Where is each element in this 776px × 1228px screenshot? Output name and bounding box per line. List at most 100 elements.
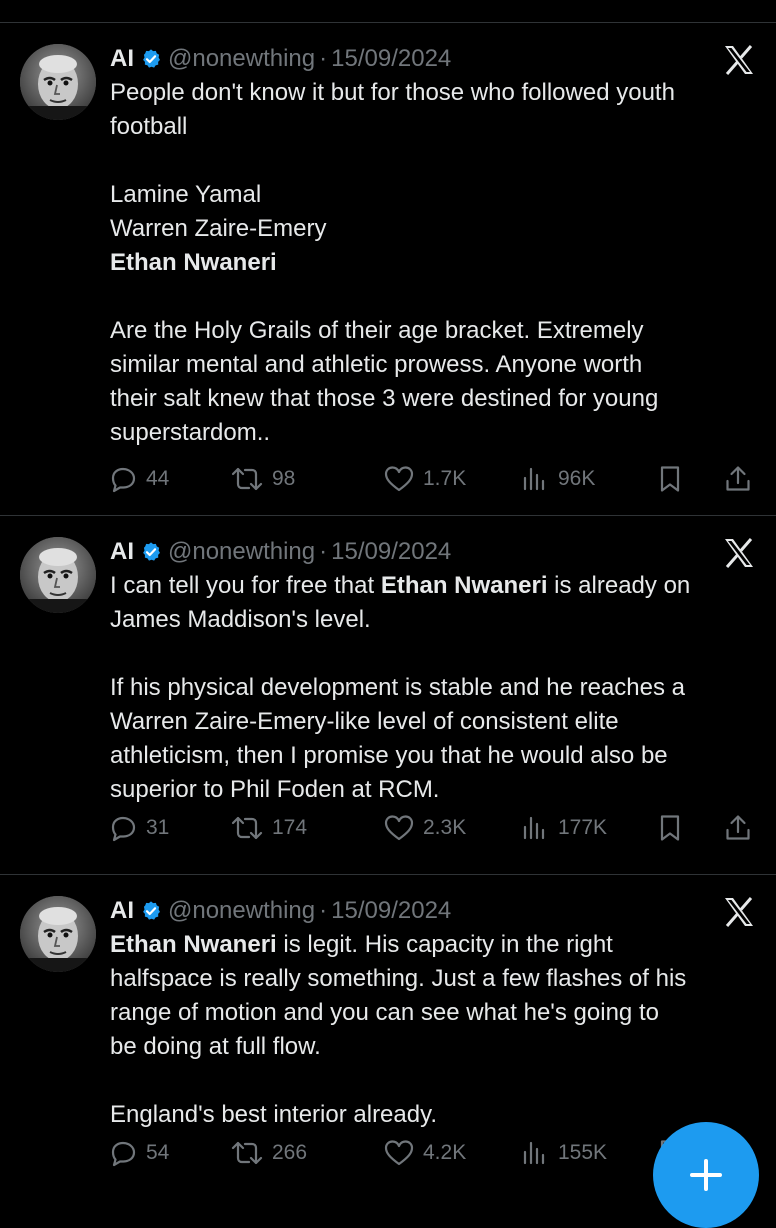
tweet-actions: 44 98 1.7K 96K xyxy=(108,462,758,496)
tweet-text-line: halfspace is really something. Just a fe… xyxy=(110,962,760,996)
views-button[interactable]: 96K xyxy=(520,462,595,496)
tweet-header: AI @nonewthing · 15/09/2024 xyxy=(110,42,451,76)
text-segment: Warren Zaire-Emery-like level of consist… xyxy=(110,708,619,735)
bookmark-icon xyxy=(660,815,680,841)
repost-button[interactable]: 174 xyxy=(230,811,307,845)
replies-count: 44 xyxy=(146,467,170,490)
text-segment: Lamine Yamal xyxy=(110,181,262,208)
share-button[interactable] xyxy=(723,811,761,845)
x-logo-icon[interactable] xyxy=(722,44,756,76)
text-segment: People don't know it but for those who f… xyxy=(110,79,675,106)
user-handle[interactable]: @nonewthing xyxy=(168,45,315,73)
replies-count: 31 xyxy=(146,816,170,839)
plus-icon xyxy=(690,1159,722,1191)
reply-button[interactable]: 54 xyxy=(108,1136,169,1170)
tweet-text-line: Warren Zaire-Emery xyxy=(110,212,760,246)
reply-icon xyxy=(111,1141,136,1167)
reply-button[interactable]: 44 xyxy=(108,462,169,496)
text-segment: is legit. His capacity in the right xyxy=(276,931,613,958)
bold-text: Ethan Nwaneri xyxy=(380,572,548,599)
text-segment: football xyxy=(110,113,188,140)
tweet-text-line: Ethan Nwaneri is legit. His capacity in … xyxy=(110,928,760,962)
x-logo-icon[interactable] xyxy=(722,537,756,569)
tweet-date[interactable]: 15/09/2024 xyxy=(331,897,451,925)
avatar[interactable] xyxy=(20,896,96,972)
reposts-count: 174 xyxy=(272,816,308,839)
text-segment: Warren Zaire-Emery xyxy=(110,215,327,242)
heart-icon xyxy=(384,1140,414,1166)
tweet[interactable]: AI @nonewthing · 15/09/2024 I can tell y… xyxy=(0,515,776,874)
verified-badge-icon xyxy=(143,901,160,920)
text-segment: range of motion and you can see what he'… xyxy=(110,999,659,1026)
bold-text: Ethan Nwaneri xyxy=(110,931,277,958)
user-handle[interactable]: @nonewthing xyxy=(168,897,315,925)
tweet-text-line: Are the Holy Grails of their age bracket… xyxy=(110,314,760,348)
tweet-text-line: their salt knew that those 3 were destin… xyxy=(110,382,760,416)
repost-icon xyxy=(231,816,263,840)
tweet-text-line: athleticism, then I promise you that he … xyxy=(110,739,760,773)
tweet-text-line: England's best interior already. xyxy=(110,1098,760,1132)
text-segment: athleticism, then I promise you that he … xyxy=(110,742,668,769)
reply-icon xyxy=(111,816,136,842)
user-handle[interactable]: @nonewthing xyxy=(168,538,315,566)
compose-button[interactable] xyxy=(653,1122,759,1228)
text-segment: superior to Phil Foden at RCM. xyxy=(110,776,440,803)
text-segment: is already on xyxy=(547,572,691,599)
tweet-actions: 31 174 2.3K 177K xyxy=(108,811,758,845)
display-name[interactable]: AI xyxy=(110,897,134,925)
reposts-count: 266 xyxy=(272,1141,308,1164)
tweet-text-line: Lamine Yamal xyxy=(110,178,760,212)
tweet-text: Ethan Nwaneri is legit. His capacity in … xyxy=(110,928,760,1132)
like-button[interactable]: 1.7K xyxy=(383,462,466,496)
like-button[interactable]: 4.2K xyxy=(383,1136,466,1170)
repost-icon xyxy=(231,467,263,491)
tweet-date[interactable]: 15/09/2024 xyxy=(331,538,451,566)
tweet-text-line: football xyxy=(110,110,760,144)
bookmark-button[interactable] xyxy=(657,811,691,845)
text-segment: their salt knew that those 3 were destin… xyxy=(110,385,659,412)
views-count: 155K xyxy=(558,1141,608,1164)
tweet-text-line: Ethan Nwaneri xyxy=(110,246,760,280)
display-name[interactable]: AI xyxy=(110,538,134,566)
repost-button[interactable]: 266 xyxy=(230,1136,307,1170)
text-segment: be doing at full flow. xyxy=(110,1033,321,1060)
reply-button[interactable]: 31 xyxy=(108,811,169,845)
share-icon xyxy=(726,466,750,491)
tweet-text-line xyxy=(110,1064,760,1098)
x-logo-icon[interactable] xyxy=(722,896,756,928)
views-icon xyxy=(523,1141,545,1165)
text-segment: I can tell you for free that xyxy=(110,572,381,599)
bookmark-button[interactable] xyxy=(657,462,691,496)
avatar[interactable] xyxy=(20,537,96,613)
text-segment: If his physical development is stable an… xyxy=(110,674,686,701)
views-button[interactable]: 155K xyxy=(520,1136,607,1170)
share-button[interactable] xyxy=(723,462,761,496)
tweet-text-line: James Maddison's level. xyxy=(110,603,760,637)
separator: · xyxy=(319,45,328,72)
text-segment: James Maddison's level. xyxy=(110,606,371,633)
bold-text: Ethan Nwaneri xyxy=(110,249,277,276)
repost-button[interactable]: 98 xyxy=(230,462,295,496)
views-button[interactable]: 177K xyxy=(520,811,607,845)
avatar[interactable] xyxy=(20,44,96,120)
tweet-text: I can tell you for free that Ethan Nwane… xyxy=(110,569,760,807)
reply-icon xyxy=(111,467,136,493)
tweet-date[interactable]: 15/09/2024 xyxy=(331,45,451,73)
text-segment: England's best interior already. xyxy=(110,1101,437,1128)
display-name[interactable]: AI xyxy=(110,45,134,73)
tweet-text-line: be doing at full flow. xyxy=(110,1030,760,1064)
reposts-count: 98 xyxy=(272,467,296,490)
tweet[interactable]: AI @nonewthing · 15/09/2024 People don't… xyxy=(0,22,776,515)
tweet-text: People don't know it but for those who f… xyxy=(110,76,760,450)
likes-count: 2.3K xyxy=(423,816,467,839)
like-button[interactable]: 2.3K xyxy=(383,811,466,845)
heart-icon xyxy=(384,815,414,841)
replies-count: 54 xyxy=(146,1141,170,1164)
likes-count: 4.2K xyxy=(423,1141,467,1164)
separator: · xyxy=(319,538,328,565)
tweet-text-line: superstardom.. xyxy=(110,416,760,450)
views-icon xyxy=(523,467,545,491)
views-icon xyxy=(523,816,545,840)
tweet-text-line: I can tell you for free that Ethan Nwane… xyxy=(110,569,760,603)
bookmark-icon xyxy=(660,466,680,492)
